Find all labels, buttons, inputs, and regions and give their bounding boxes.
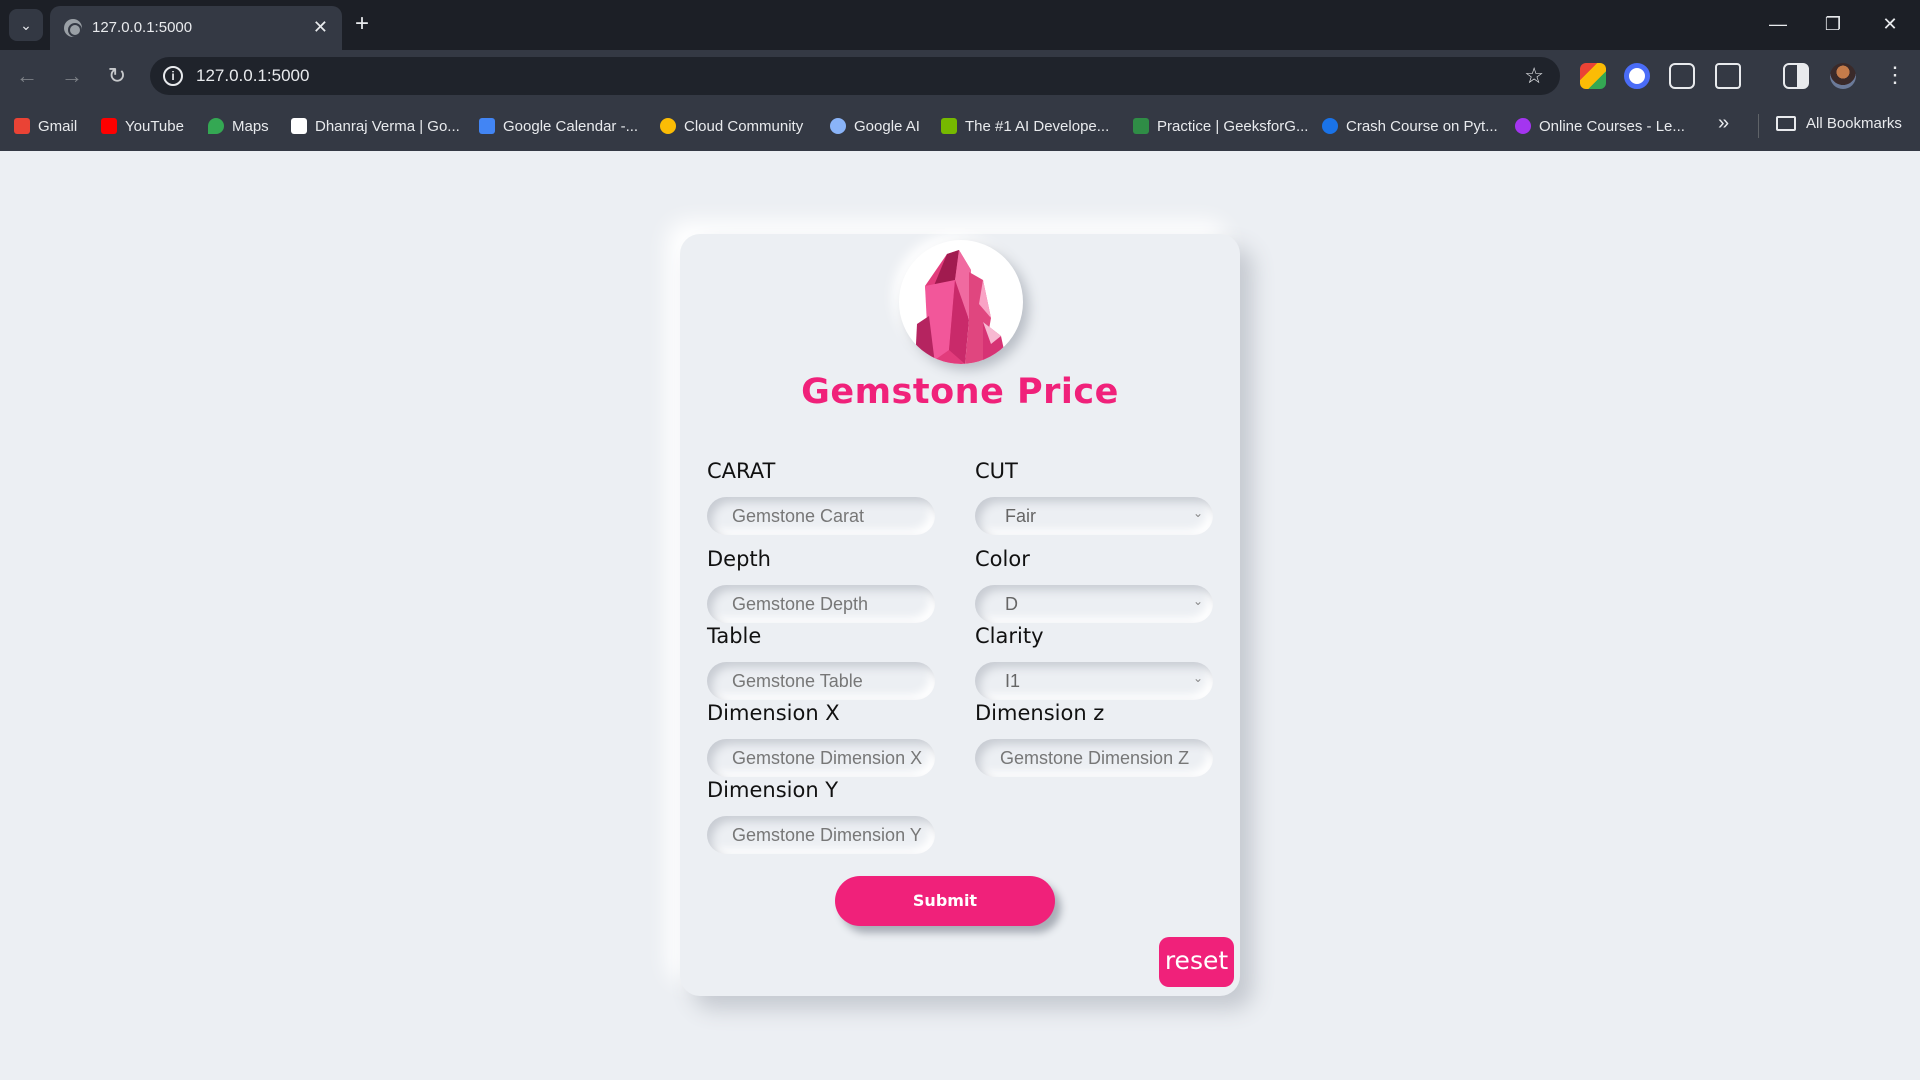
page-body: Gemstone Price CARAT CUT Fair ⌄ Depth Co… xyxy=(0,151,1920,1080)
address-url[interactable]: 127.0.0.1:5000 xyxy=(196,66,309,86)
dimension-y-input[interactable] xyxy=(707,816,935,854)
chevron-down-icon: ⌄ xyxy=(20,16,32,33)
page-title: Gemstone Price xyxy=(801,372,1119,412)
bookmark-youtube[interactable]: YouTube xyxy=(101,115,184,137)
bookmark-star-icon[interactable]: ☆ xyxy=(1524,62,1544,90)
back-arrow-icon[interactable]: ← xyxy=(12,61,42,91)
bookmark-coursera[interactable]: Crash Course on Pyt... xyxy=(1322,115,1498,137)
chevron-down-icon: ⌄ xyxy=(1192,671,1203,685)
gemstone-form-card: Gemstone Price CARAT CUT Fair ⌄ Depth Co… xyxy=(680,234,1240,996)
more-menu-icon[interactable]: ⋮ xyxy=(1884,61,1906,89)
folder-icon xyxy=(1776,116,1796,131)
color-selected-value: D xyxy=(1005,594,1018,614)
submit-button[interactable]: Submit xyxy=(835,876,1055,926)
gemstone-logo xyxy=(899,240,1023,364)
depth-label: Depth xyxy=(707,547,771,571)
bookmark-dhanraj[interactable]: Dhanraj Verma | Go... xyxy=(291,115,460,137)
dimension-z-input[interactable] xyxy=(975,739,1213,777)
profile-avatar[interactable] xyxy=(1830,63,1856,89)
bookmark-maps[interactable]: Maps xyxy=(208,115,269,137)
new-tab-button[interactable]: + xyxy=(355,10,369,38)
coursera-icon xyxy=(1322,118,1338,134)
gemstone-crystal-icon xyxy=(915,250,1007,364)
extension-send-icon[interactable] xyxy=(1624,63,1650,89)
code-icon xyxy=(291,118,307,134)
bookmark-gmail[interactable]: Gmail xyxy=(14,115,77,137)
restore-button[interactable]: ❐ xyxy=(1813,10,1853,38)
chevron-down-icon: ⌄ xyxy=(1192,506,1203,520)
extension-media-icon[interactable] xyxy=(1669,63,1695,89)
table-input[interactable] xyxy=(707,662,935,700)
dimension-z-label: Dimension z xyxy=(975,701,1105,725)
side-panel-icon[interactable] xyxy=(1783,63,1809,89)
bookmarks-bar: Gmail YouTube Maps Dhanraj Verma | Go...… xyxy=(0,100,1920,151)
depth-input[interactable] xyxy=(707,585,935,623)
all-bookmarks-button[interactable]: All Bookmarks xyxy=(1776,115,1902,132)
browser-toolbar: ← → ↻ i 127.0.0.1:5000 ☆ ⋮ xyxy=(0,50,1920,100)
bookmark-calendar[interactable]: Google Calendar -... xyxy=(479,115,638,137)
carat-label: CARAT xyxy=(707,459,776,483)
reset-button[interactable]: reset xyxy=(1159,937,1234,987)
chevron-down-icon: ⌄ xyxy=(1192,594,1203,608)
tab-search-button[interactable]: ⌄ xyxy=(9,9,43,41)
browser-tab[interactable]: 127.0.0.1:5000 ✕ xyxy=(50,6,342,50)
bookmark-udemy[interactable]: Online Courses - Le... xyxy=(1515,115,1685,137)
tab-close-icon[interactable]: ✕ xyxy=(313,16,328,38)
geeksforgeeks-icon xyxy=(1133,118,1149,134)
nvidia-icon xyxy=(941,118,957,134)
cut-select[interactable]: Fair ⌄ xyxy=(975,497,1213,535)
bookmark-google-ai[interactable]: Google AI xyxy=(830,115,920,137)
color-label: Color xyxy=(975,547,1030,571)
sparkle-icon xyxy=(830,118,846,134)
dimension-y-label: Dimension Y xyxy=(707,778,839,802)
dimension-x-label: Dimension X xyxy=(707,701,840,725)
gmail-icon xyxy=(14,118,30,134)
browser-chrome: ⌄ 127.0.0.1:5000 ✕ + — ❐ ✕ ← → ↻ i 127.0… xyxy=(0,0,1920,151)
site-info-icon[interactable]: i xyxy=(163,66,183,86)
youtube-icon xyxy=(101,118,117,134)
close-window-button[interactable]: ✕ xyxy=(1870,10,1910,38)
extensions-puzzle-icon[interactable] xyxy=(1715,63,1741,89)
clarity-select[interactable]: I1 ⌄ xyxy=(975,662,1213,700)
bookmark-nvidia[interactable]: The #1 AI Develope... xyxy=(941,115,1109,137)
extension-colorful-icon[interactable] xyxy=(1580,63,1606,89)
forward-arrow-icon[interactable]: → xyxy=(57,61,87,91)
calendar-icon xyxy=(479,118,495,134)
tab-bar: ⌄ 127.0.0.1:5000 ✕ + — ❐ ✕ xyxy=(0,0,1920,50)
tab-title: 127.0.0.1:5000 xyxy=(92,19,193,36)
maps-icon xyxy=(208,118,224,134)
dimension-x-input[interactable] xyxy=(707,739,935,777)
bookmark-geeksforgeeks[interactable]: Practice | GeeksforG... xyxy=(1133,115,1308,137)
cut-label: CUT xyxy=(975,459,1018,483)
clarity-label: Clarity xyxy=(975,624,1044,648)
bookmarks-divider xyxy=(1758,114,1759,138)
minimize-button[interactable]: — xyxy=(1758,10,1798,38)
color-select[interactable]: D ⌄ xyxy=(975,585,1213,623)
bookmark-cloud-community[interactable]: Cloud Community xyxy=(660,115,803,137)
udemy-icon xyxy=(1515,118,1531,134)
clarity-selected-value: I1 xyxy=(1005,671,1021,691)
bookmarks-overflow-icon[interactable]: » xyxy=(1718,112,1729,135)
cut-selected-value: Fair xyxy=(1005,506,1036,526)
table-label: Table xyxy=(707,624,762,648)
carat-input[interactable] xyxy=(707,497,935,535)
cloud-icon xyxy=(660,118,676,134)
address-bar[interactable]: i 127.0.0.1:5000 ☆ xyxy=(150,57,1560,95)
reload-icon[interactable]: ↻ xyxy=(102,61,132,91)
globe-icon xyxy=(64,19,82,37)
